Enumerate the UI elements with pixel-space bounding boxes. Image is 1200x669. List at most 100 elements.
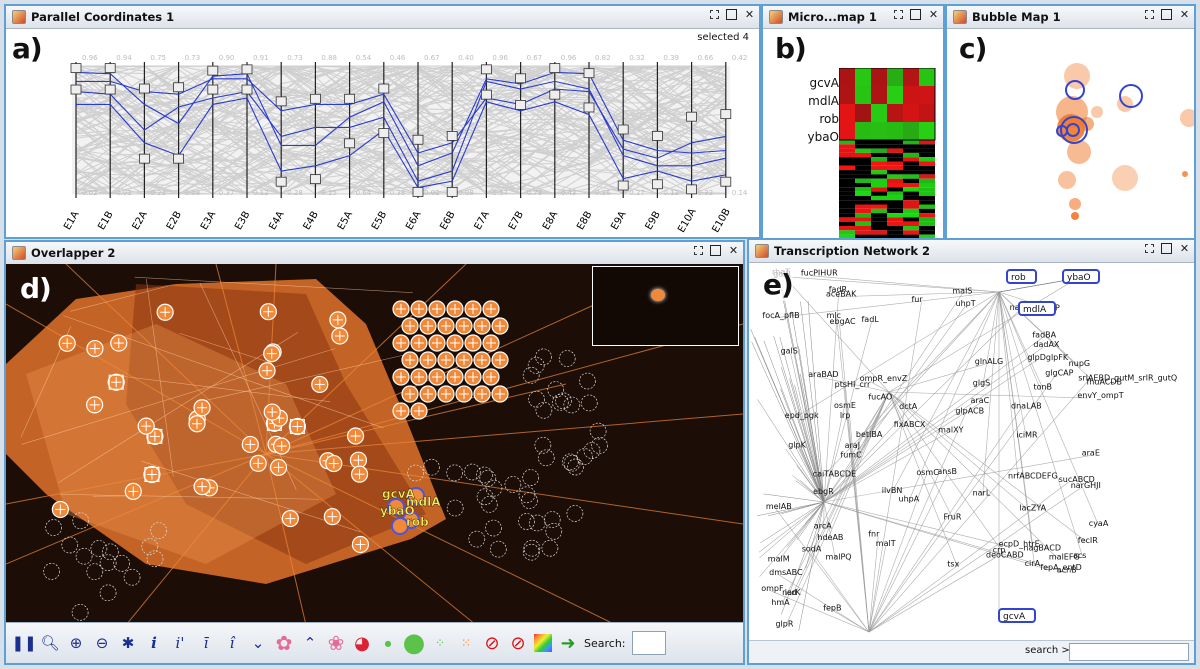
heatmap-row-label: ybaO <box>807 130 839 144</box>
restore-icon[interactable] <box>894 10 903 19</box>
network-node-label: fnr <box>868 530 880 539</box>
asterisk-icon[interactable]: ✱ <box>118 632 138 654</box>
overview-minimap[interactable] <box>592 266 739 346</box>
heatmap-cell <box>839 208 855 214</box>
export-icon[interactable]: ➜ <box>558 632 578 654</box>
gene-node <box>476 466 493 484</box>
axis-min-label: 0.25 <box>321 189 337 197</box>
axis-max-label: 0.96 <box>82 54 98 62</box>
restore-icon[interactable] <box>1145 10 1154 19</box>
heatmap-cell <box>919 140 935 145</box>
network-node-label: araJ <box>845 441 860 450</box>
maximize-icon[interactable] <box>710 245 721 256</box>
heatmap-cell <box>871 161 887 166</box>
heatmap-cell <box>903 200 919 205</box>
brush-handle-top <box>138 83 150 94</box>
zoom-icon[interactable]: 🔍︎ <box>40 632 60 654</box>
brush-handle-bottom <box>138 153 150 164</box>
rainbow-icon[interactable] <box>534 634 552 652</box>
gene-node <box>86 563 104 581</box>
pie-icon[interactable]: ◕ <box>352 632 372 654</box>
network-node-label: FruR <box>943 513 961 522</box>
pink-blob-icon[interactable]: ✿ <box>274 631 294 655</box>
heatmap-cell <box>919 178 935 183</box>
heatmap-titlebar[interactable]: Micro...map 1 ✕ <box>763 6 943 29</box>
heatmap-cell <box>839 152 855 158</box>
network-node-label: fur <box>911 295 923 304</box>
gene-node <box>43 563 60 580</box>
network-node-label: malXY <box>938 425 963 434</box>
chevron-down-icon[interactable]: ⌄ <box>248 632 268 654</box>
network-node-label: glpK <box>788 441 806 450</box>
heatmap-cell <box>919 157 935 162</box>
node-circle <box>534 436 552 454</box>
network-search-input[interactable] <box>1069 643 1189 661</box>
heatmap-cell <box>903 68 919 86</box>
node-circle <box>71 604 89 621</box>
heatmap-cell <box>871 157 887 162</box>
maximize-icon[interactable] <box>910 9 921 20</box>
close-icon[interactable]: ✕ <box>744 9 755 20</box>
restore-icon[interactable] <box>710 10 719 19</box>
network-graph[interactable]: fadBAfumCbetIBAsodAfadRnarKnrfABCDEFGnar… <box>749 262 1194 643</box>
network-node-label: malM <box>768 555 790 564</box>
info-up-icon[interactable]: ī <box>196 632 216 654</box>
pink-outline-icon[interactable]: ❀ <box>326 631 346 655</box>
info-down-icon[interactable]: î <box>222 632 242 654</box>
large-dot-icon[interactable]: ● <box>403 628 426 658</box>
node-circle <box>528 514 546 532</box>
restore-icon[interactable] <box>1145 244 1154 253</box>
close-icon[interactable]: ✕ <box>1179 243 1190 254</box>
small-dot-icon[interactable]: ● <box>378 632 398 654</box>
chevron-up-icon[interactable]: ⌃ <box>300 632 320 654</box>
gene-node <box>518 486 536 504</box>
brush-handle-bottom <box>104 84 116 95</box>
heatmap-cell <box>903 208 919 214</box>
no-symbol-icon[interactable]: ⊘ <box>508 632 528 654</box>
heatmap-cell <box>855 217 871 222</box>
network-node-label: glnALG <box>975 357 1004 366</box>
parallel-coordinates-plot[interactable]: 0.96 0.02 E1A 0.94 0.01 E1B 0.75 0.22 E2A 0.73 0.0… <box>6 28 759 237</box>
search-label: Search: <box>584 636 626 650</box>
close-icon[interactable]: ✕ <box>728 245 739 256</box>
heatmap-cell <box>903 191 919 196</box>
close-icon[interactable]: ✕ <box>928 9 939 20</box>
overlapper-titlebar[interactable]: Overlapper 2 ✕ <box>6 242 743 265</box>
info-split-icon[interactable]: i' <box>170 632 190 654</box>
network-node-label: icd <box>785 588 797 597</box>
heatmap-cell <box>855 104 871 122</box>
network-node-label: lacZYA <box>1019 503 1046 512</box>
maximize-icon[interactable] <box>1161 9 1172 20</box>
maximize-icon[interactable] <box>726 9 737 20</box>
zoom-out-icon[interactable]: ⊖ <box>92 632 112 654</box>
gene-node <box>543 511 561 528</box>
gene-node <box>482 300 500 318</box>
gene-node <box>124 482 142 501</box>
heatmap-cell <box>903 161 919 166</box>
gene-node <box>107 373 125 391</box>
network-node-label: fucAO <box>868 393 892 402</box>
orange-dots-icon[interactable]: ⁙ <box>456 632 476 654</box>
restore-icon[interactable] <box>694 246 703 255</box>
network-node-label: iciMR <box>1016 430 1038 439</box>
brush-handle-bottom <box>446 187 458 197</box>
heatmap-cell <box>887 140 903 145</box>
search-input[interactable] <box>631 631 666 655</box>
bubble-map-titlebar[interactable]: Bubble Map 1 ✕ <box>947 6 1194 29</box>
network-node-label: ebgR <box>813 487 834 496</box>
heatmap-cell <box>903 187 919 192</box>
parallel-coordinates-titlebar[interactable]: Parallel Coordinates 1 ✕ <box>6 6 759 29</box>
no-cursor-icon[interactable]: ⊘ <box>482 632 502 654</box>
gene-node <box>51 500 69 519</box>
gene-node <box>563 396 581 414</box>
scatter-dots-icon[interactable]: ⁘ <box>430 632 450 654</box>
heatmap-cell <box>919 217 935 222</box>
info-icon[interactable]: i <box>144 632 164 654</box>
maximize-icon[interactable] <box>1161 243 1172 254</box>
axis-max-label: 0.66 <box>698 54 714 62</box>
heatmap-grid[interactable] <box>839 68 939 240</box>
network-titlebar[interactable]: Transcription Network 2 ✕ <box>749 240 1194 263</box>
pause-button[interactable]: ❚❚ <box>11 632 36 654</box>
close-icon[interactable]: ✕ <box>1179 9 1190 20</box>
zoom-in-icon[interactable]: ⊕ <box>66 632 86 654</box>
